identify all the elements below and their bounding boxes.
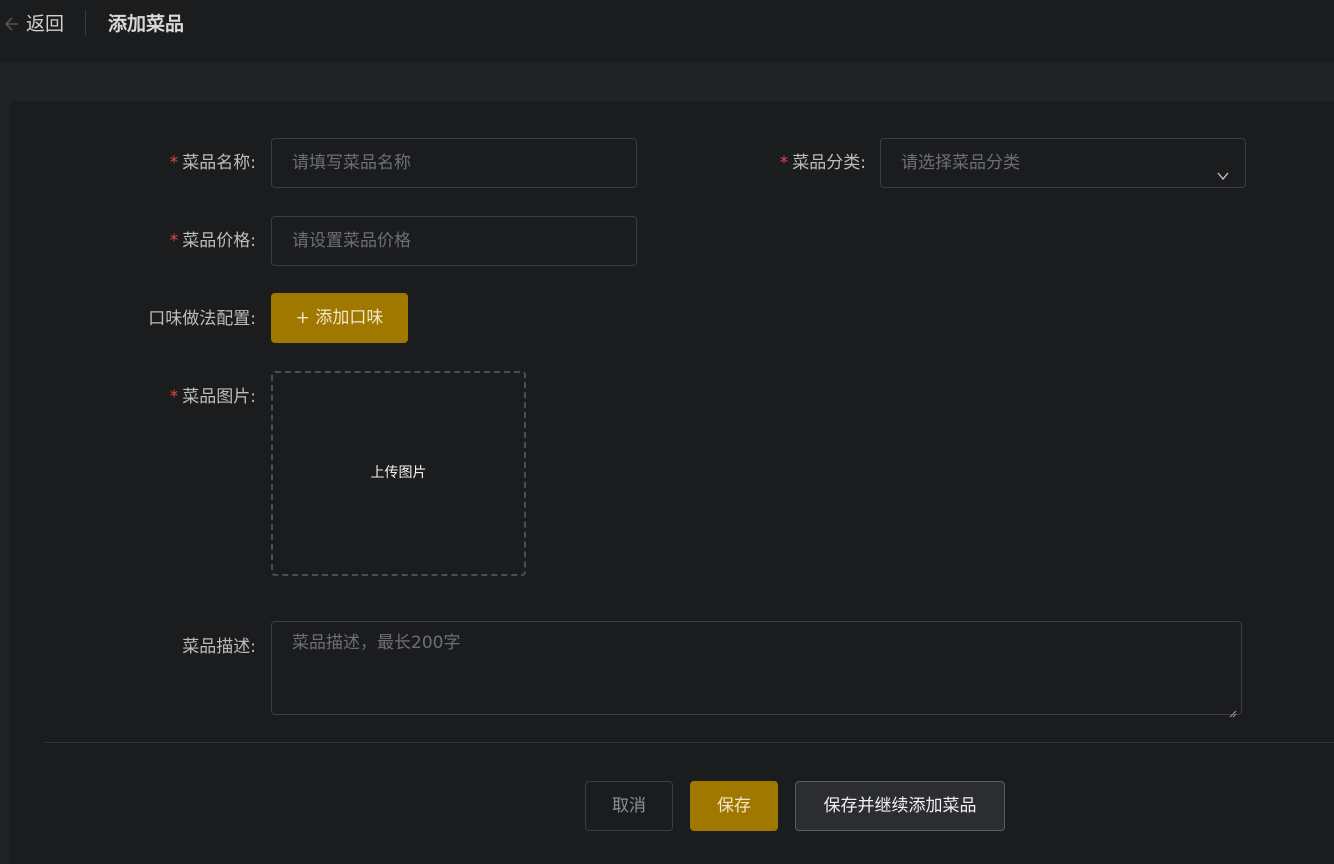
dish-category-label-text: 菜品分类: (792, 153, 866, 173)
flavor-config-label: 口味做法配置: (148, 309, 256, 329)
form-divider (45, 742, 1334, 743)
chevron-down-icon (1215, 155, 1231, 181)
header-divider (85, 10, 86, 36)
back-arrow-icon[interactable] (0, 14, 20, 34)
dish-price-placeholder: 请设置菜品价格 (292, 231, 411, 251)
back-link[interactable]: 返回 (26, 12, 64, 36)
add-flavor-button[interactable]: + 添加口味 (271, 293, 408, 343)
form-card (10, 101, 1334, 864)
dish-price-label: * 菜品价格: (150, 230, 256, 252)
dish-category-placeholder: 请选择菜品分类 (901, 153, 1020, 173)
dish-description-placeholder: 菜品描述，最长200字 (292, 633, 461, 653)
resize-handle-icon[interactable] (1229, 702, 1237, 718)
upload-image-text: 上传图片 (370, 465, 427, 481)
dish-category-label: * 菜品分类: (760, 152, 866, 174)
top-bar: 返回 添加菜品 (0, 0, 1334, 62)
dish-image-label: * 菜品图片: (150, 386, 256, 408)
dish-description-textarea[interactable]: 菜品描述，最长200字 (271, 621, 1242, 718)
dish-description-label: 菜品描述: (182, 637, 256, 657)
dish-name-label: * 菜品名称: (150, 152, 256, 174)
required-mark: * (779, 153, 789, 173)
dish-name-placeholder: 请填写菜品名称 (292, 153, 411, 173)
dish-category-select[interactable]: 请选择菜品分类 (880, 138, 1246, 188)
dish-name-label-text: 菜品名称: (182, 153, 256, 173)
image-upload-area[interactable]: 上传图片 (271, 371, 526, 576)
dish-name-input[interactable]: 请填写菜品名称 (271, 138, 637, 188)
required-mark: * (169, 153, 179, 173)
required-mark: * (169, 387, 179, 407)
dish-price-input[interactable]: 请设置菜品价格 (271, 216, 637, 266)
save-button[interactable]: 保存 (690, 781, 778, 831)
dish-price-label-text: 菜品价格: (182, 231, 256, 251)
cancel-button[interactable]: 取消 (585, 781, 673, 831)
page-title: 添加菜品 (108, 13, 185, 35)
required-mark: * (169, 231, 179, 251)
dish-image-label-text: 菜品图片: (182, 387, 256, 407)
save-and-continue-button[interactable]: 保存并继续添加菜品 (795, 781, 1005, 831)
